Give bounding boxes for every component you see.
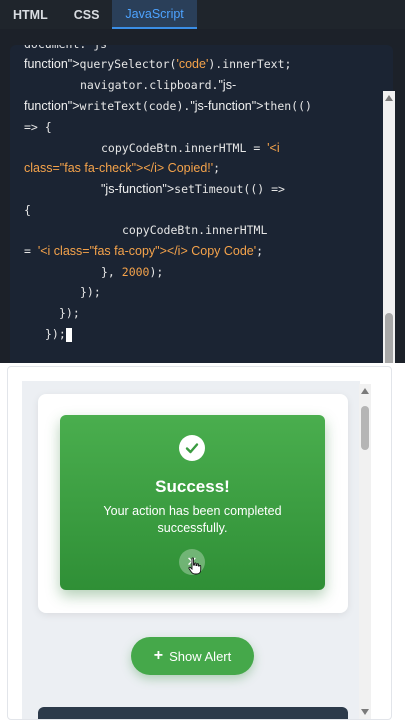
- preview-scroll-up-icon[interactable]: [361, 388, 369, 394]
- code-line: {: [24, 200, 31, 220]
- code-token: "js-function">: [190, 99, 264, 113]
- code-token: function">: [24, 57, 80, 71]
- code-line: class="fas fa-check"></i> Copied!';: [24, 158, 220, 178]
- code-line: function">querySelector('code').innerTex…: [24, 54, 291, 74]
- code-line: }, 2000);: [24, 262, 163, 282]
- code-token: writeText(code).: [79, 99, 191, 113]
- code-line: = '<i class="fas fa-copy"></i> Copy Code…: [24, 241, 263, 261]
- code-token: then((): [263, 99, 312, 113]
- code-line: => {: [24, 117, 52, 137]
- preview-panel: Success! Your action has been completed …: [0, 363, 405, 720]
- code-line: navigator.clipboard."js-: [24, 75, 236, 95]
- show-alert-button[interactable]: + Show Alert: [131, 637, 254, 675]
- code-token: });: [45, 327, 66, 341]
- code-token: 2000: [121, 265, 150, 279]
- alert-title: Success!: [155, 477, 230, 496]
- editor-tab-bar: HTML CSS JavaScript: [0, 0, 405, 29]
- preview-scroll-down-icon[interactable]: [361, 709, 369, 715]
- show-alert-label: Show Alert: [169, 648, 232, 664]
- code-token: {: [24, 203, 31, 217]
- code-line: copyCodeBtn.innerHTML: [24, 220, 267, 240]
- code-token: =: [24, 244, 38, 258]
- code-line: "js-function">setTimeout(() =>: [24, 179, 285, 199]
- code-token: "js-function">: [101, 182, 175, 196]
- code-line: document. js: [24, 45, 107, 54]
- preview-scrollbar[interactable]: [359, 384, 371, 719]
- code-token: 'code': [176, 57, 209, 71]
- code-token: ;: [256, 244, 264, 258]
- alert-card: Success! Your action has been completed …: [38, 394, 348, 613]
- code-line: function">writeText(code)."js-function">…: [24, 96, 312, 116]
- code-line: copyCodeBtn.innerHTML = '<i: [24, 138, 280, 158]
- code-token: setTimeout(() =>: [174, 182, 285, 196]
- code-token: document. js: [24, 45, 107, 51]
- editor-panel: document. jsfunction">querySelector('cod…: [0, 29, 405, 388]
- code-line: });: [24, 282, 101, 302]
- editor-scrollbar[interactable]: [383, 91, 395, 388]
- code-token: copyCodeBtn.innerHTML =: [101, 141, 268, 155]
- preview-scroll-thumb[interactable]: [361, 406, 369, 450]
- code-token: '<i class="fas fa-copy"></i> Copy Code': [37, 244, 257, 258]
- scroll-up-arrow-icon[interactable]: [385, 95, 393, 101]
- hand-cursor-icon: [188, 557, 202, 575]
- code-token: copyCodeBtn.innerHTML: [122, 223, 268, 237]
- code-token: });: [59, 306, 80, 320]
- code-token: ;: [213, 161, 221, 175]
- code-token: ).innerText;: [208, 57, 292, 71]
- code-line: });: [24, 303, 80, 323]
- check-circle-icon: [179, 435, 205, 461]
- tab-css[interactable]: CSS: [61, 0, 113, 29]
- code-token: },: [101, 265, 122, 279]
- code-token: );: [149, 265, 164, 279]
- code-token: });: [80, 285, 101, 299]
- text-cursor: [65, 327, 72, 342]
- code-token: => {: [24, 120, 52, 134]
- tab-javascript[interactable]: JavaScript: [112, 0, 197, 29]
- alert-message: Your action has been completed successfu…: [103, 504, 282, 535]
- tab-html[interactable]: HTML: [0, 0, 61, 29]
- code-token: '<i: [267, 141, 280, 155]
- code-editor[interactable]: document. jsfunction">querySelector('cod…: [10, 45, 393, 363]
- plus-icon: +: [153, 647, 164, 664]
- code-token: querySelector(: [79, 57, 177, 71]
- preview-frame: Success! Your action has been completed …: [7, 366, 392, 720]
- code-token: "js-: [218, 78, 237, 92]
- code-line: });: [24, 324, 72, 344]
- code-token: navigator.clipboard.: [80, 78, 219, 92]
- code-token: function">: [24, 99, 80, 113]
- code-token: class="fas fa-check"></i> Copied!': [24, 161, 214, 175]
- success-alert: Success! Your action has been completed …: [60, 415, 325, 590]
- next-section-header: [38, 707, 348, 719]
